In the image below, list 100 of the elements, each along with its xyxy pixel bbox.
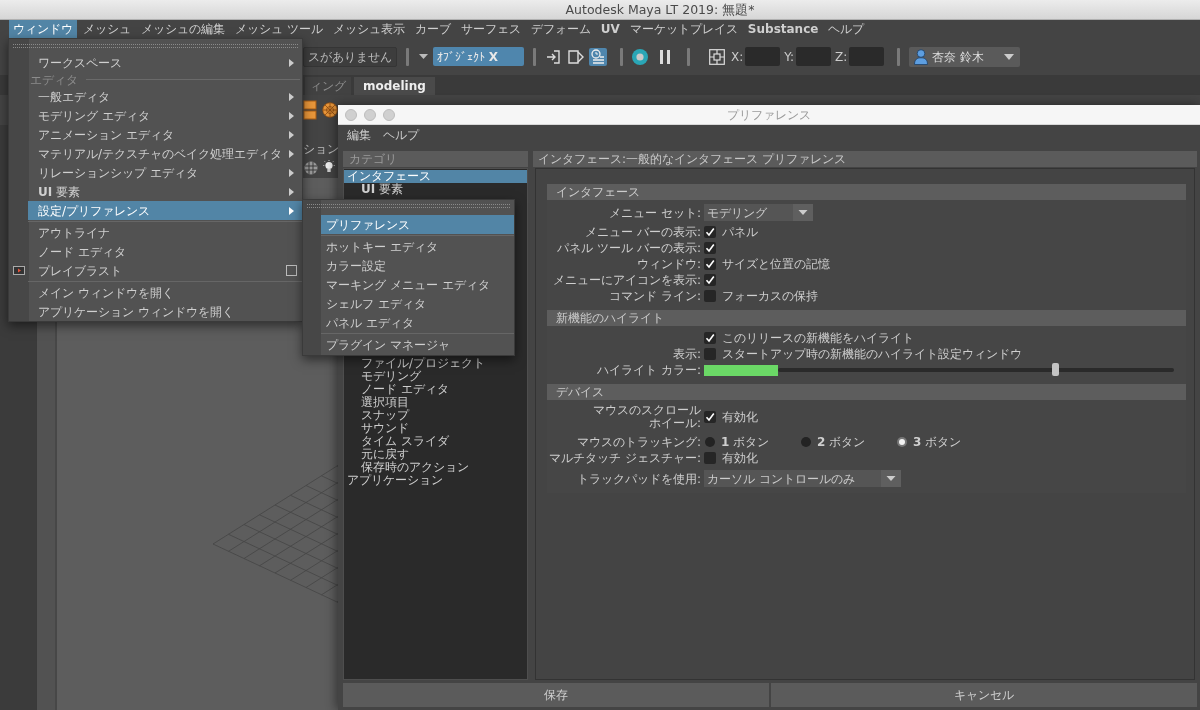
radio-button[interactable] <box>801 437 811 447</box>
menu-item[interactable]: サーフェス <box>456 20 525 38</box>
radio-button[interactable] <box>705 437 715 447</box>
tree-item[interactable]: 保存時のアクション <box>344 461 527 474</box>
tree-item[interactable]: ノード エディタ <box>344 383 527 396</box>
field-label: メニュー セット: <box>609 205 701 220</box>
window-title: Autodesk Maya LT 2019: 無題* <box>565 2 755 17</box>
checkbox[interactable] <box>704 242 716 254</box>
menu-item[interactable]: メッシュ ツール <box>231 20 327 38</box>
menu-item[interactable]: ワークスペース <box>28 53 302 72</box>
caret-icon[interactable] <box>419 54 428 59</box>
menu-item[interactable]: ノード エディタ <box>28 242 302 261</box>
checkbox[interactable] <box>704 226 716 238</box>
tree-item[interactable]: ファイル/プロジェクト <box>344 357 527 370</box>
menu-item[interactable]: カラー設定 <box>321 256 514 275</box>
menu-item[interactable]: 設定/プリファレンス <box>28 201 302 220</box>
dialog-button[interactable]: キャンセル <box>771 683 1197 707</box>
tree-item[interactable]: インタフェース <box>344 170 527 183</box>
menu-item[interactable]: ヘルプ <box>824 20 869 38</box>
menu-item[interactable]: モデリング エディタ <box>28 106 302 125</box>
menu-item[interactable]: メッシュ表示 <box>328 20 409 38</box>
shelf-tab[interactable]: ィング <box>305 77 351 95</box>
menu-item[interactable]: アニメーション エディタ <box>28 125 302 144</box>
checkbox[interactable] <box>704 452 716 464</box>
tree-item[interactable]: 元に戻す <box>344 448 527 461</box>
tree-item[interactable]: サウンド <box>344 422 527 435</box>
checkbox[interactable] <box>704 332 716 344</box>
menu-item[interactable]: ウィンドウ <box>9 20 77 38</box>
panel-header: インタフェース:一般的なインタフェース プリファレンス <box>533 151 1197 167</box>
menu-item[interactable]: デフォーム <box>526 20 595 38</box>
menu-item[interactable]: 一般エディタ <box>28 87 302 106</box>
submenu-arrow-icon <box>289 92 294 101</box>
ring-icon[interactable] <box>632 48 648 65</box>
menu-item[interactable]: マーキング メニュー エディタ <box>321 275 514 294</box>
menu-item[interactable]: パネル エディタ <box>321 313 514 332</box>
checkbox[interactable] <box>704 290 716 302</box>
input-field[interactable] <box>745 47 781 66</box>
field-label: コマンド ライン: <box>609 289 701 303</box>
slider-thumb[interactable] <box>1052 363 1060 376</box>
menu-item[interactable]: メッシュ <box>79 20 135 38</box>
tree-item[interactable]: UI 要素 <box>344 183 527 196</box>
checkbox[interactable] <box>704 274 716 286</box>
checkbox[interactable] <box>704 258 716 270</box>
menu-item[interactable]: メイン ウィンドウを開く <box>28 283 302 302</box>
section-header[interactable]: デバイス <box>547 384 1186 400</box>
clock-list-icon[interactable] <box>589 47 607 66</box>
block-icon[interactable] <box>303 100 317 120</box>
tear-off-handle[interactable] <box>307 204 510 208</box>
menu-item[interactable]: メッシュの編集 <box>137 20 229 38</box>
submenu-arrow-icon <box>289 58 294 67</box>
shelf-tab[interactable]: modeling <box>354 77 435 95</box>
checker-sphere-icon[interactable] <box>304 160 318 175</box>
menu-item[interactable]: アプリケーション ウィンドウを開く <box>28 302 302 321</box>
checkbox[interactable] <box>704 348 716 360</box>
dialog-button[interactable]: 保存 <box>343 683 769 707</box>
menu-item[interactable]: プラグイン マネージャ <box>321 335 514 354</box>
arrow-out-box-icon[interactable] <box>567 47 585 66</box>
tear-off-handle[interactable] <box>13 44 298 48</box>
section-header[interactable]: 新機能のハイライト <box>547 310 1186 326</box>
menu-item[interactable]: リレーションシップ エディタ <box>28 163 302 182</box>
menu-item[interactable]: シェルフ エディタ <box>321 294 514 313</box>
menu-item[interactable]: アウトライナ <box>28 223 302 242</box>
menu-item[interactable]: UI 要素 <box>28 182 302 201</box>
option-box-icon[interactable] <box>286 265 297 276</box>
video-frame-icon <box>12 266 25 275</box>
tree-item[interactable]: アプリケーション <box>344 474 527 487</box>
arrow-into-bracket-icon[interactable] <box>545 47 563 66</box>
input-field[interactable]: ｵﾌﾞｼﾞｪｸﾄ X <box>433 47 524 66</box>
input-field[interactable] <box>849 47 885 66</box>
lightbulb-icon[interactable] <box>323 160 335 175</box>
menu-item[interactable]: 編集 <box>343 128 375 142</box>
checkbox-label: スタートアップ時の新機能のハイライト設定ウィンドウ <box>722 347 1022 361</box>
pause-icon[interactable] <box>660 49 670 64</box>
tree-item[interactable]: スナップ <box>344 409 527 422</box>
menu-item[interactable]: プレイブラスト <box>28 261 302 280</box>
tree-item[interactable]: モデリング <box>344 370 527 383</box>
submenu-arrow-icon <box>289 130 294 139</box>
checkbox-label: サイズと位置の記憶 <box>722 257 830 271</box>
tree-item[interactable]: タイム スライダ <box>344 435 527 448</box>
color-swatch[interactable] <box>704 364 778 376</box>
checkbox-label: パネル <box>722 225 758 239</box>
radio-label: 2 ボタン <box>817 435 866 449</box>
panel-menu-item[interactable]: ション <box>303 141 339 156</box>
section-header[interactable]: インタフェース <box>547 184 1186 200</box>
status-button[interactable]: スがありません <box>303 46 397 67</box>
account-button[interactable]: 杏奈 鈴木 <box>909 46 1021 67</box>
menu-item[interactable]: UV <box>596 20 624 38</box>
menu-item[interactable]: ホットキー エディタ <box>321 237 514 256</box>
menu-item[interactable]: プリファレンス <box>321 215 514 234</box>
menu-item[interactable]: Substance <box>743 20 823 38</box>
menu-item[interactable]: カーブ <box>410 20 455 38</box>
menu-item[interactable]: マテリアル/テクスチャのベイク処理エディタ <box>28 144 302 163</box>
checkbox[interactable] <box>704 411 716 423</box>
wheel-icon[interactable] <box>322 102 338 118</box>
grid-square-icon[interactable] <box>709 48 725 65</box>
menu-item[interactable]: ヘルプ <box>379 128 423 142</box>
input-field[interactable] <box>796 47 832 66</box>
menu-item[interactable]: マーケットプレイス <box>625 20 742 38</box>
tree-item[interactable]: 選択項目 <box>344 396 527 409</box>
radio-button[interactable] <box>897 437 907 447</box>
